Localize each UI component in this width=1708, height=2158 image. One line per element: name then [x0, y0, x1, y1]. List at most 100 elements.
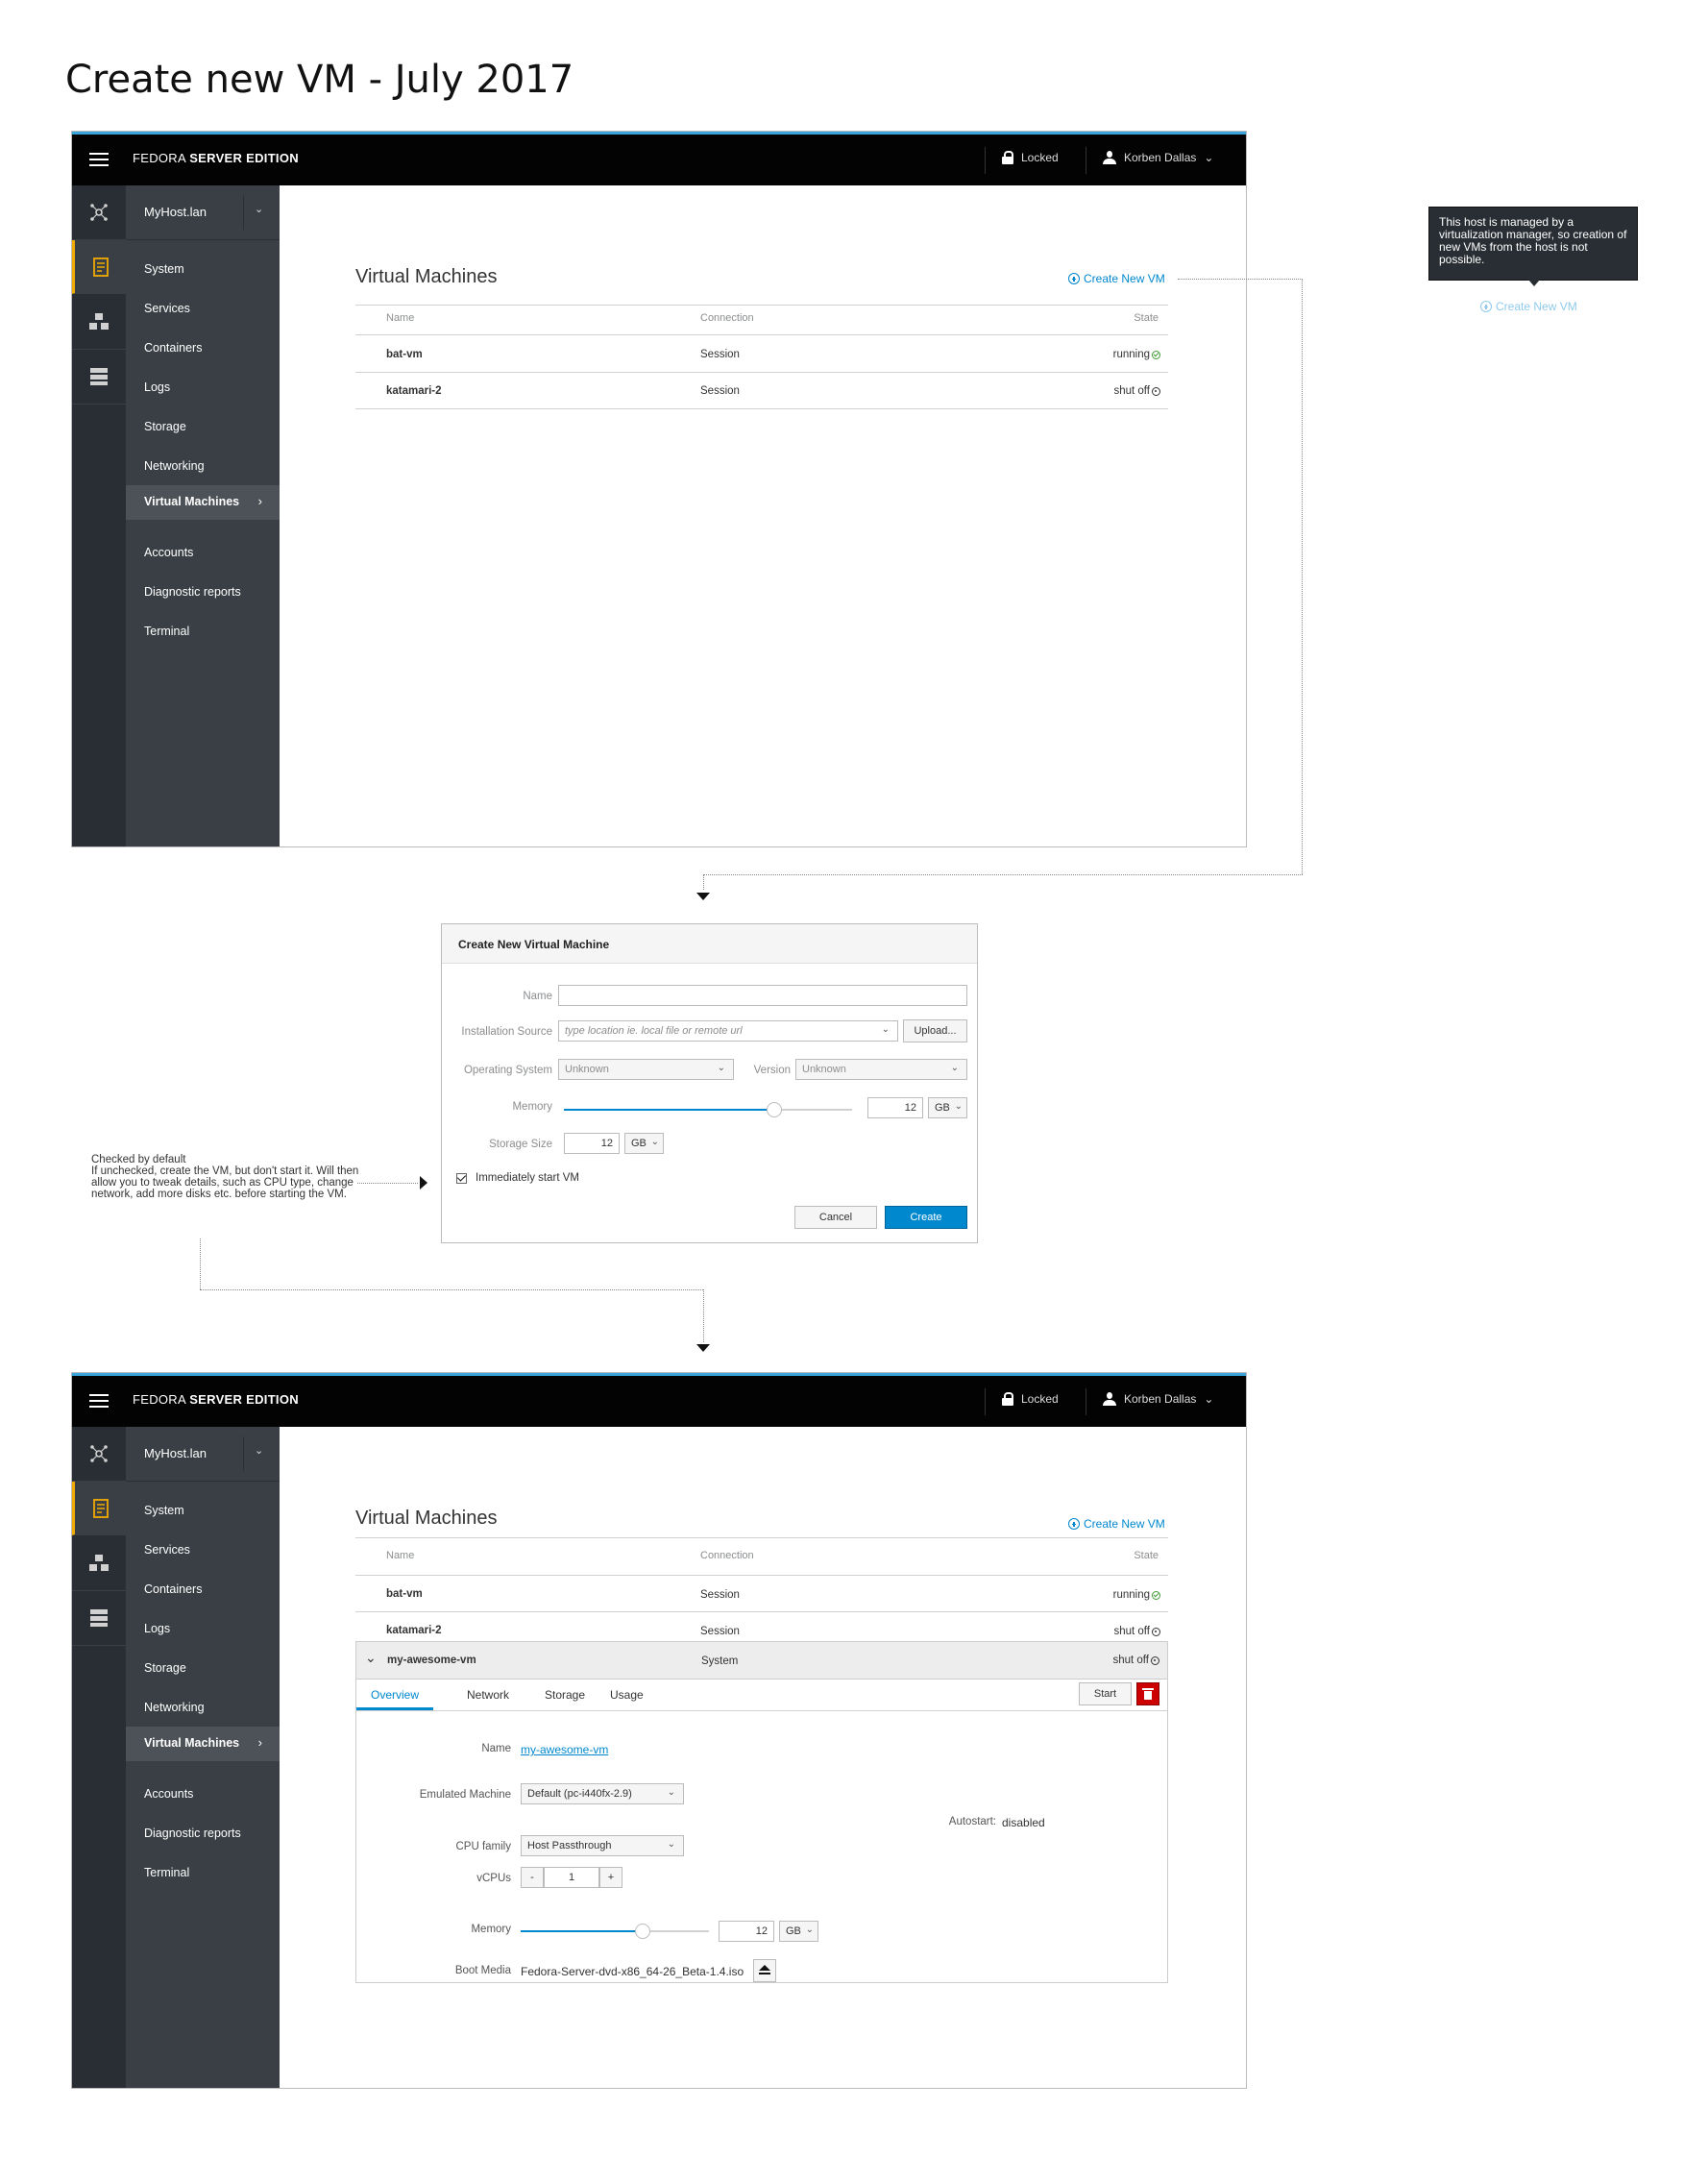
sidebar-item-services[interactable]: Services: [144, 1543, 190, 1557]
chevron-down-icon[interactable]: ⌄: [255, 203, 263, 215]
vm-row-name[interactable]: bat-vm: [386, 1588, 423, 1600]
memory-slider-handle[interactable]: [635, 1924, 651, 1939]
chevron-down-icon: ⌄: [667, 1787, 675, 1798]
host-selector[interactable]: MyHost.lan ⌄: [126, 185, 280, 240]
memory-input[interactable]: 12: [867, 1097, 923, 1118]
dashboard-rail-button[interactable]: [72, 240, 126, 294]
sidebar-item-virtual-machines[interactable]: Virtual Machines ›: [126, 1727, 280, 1761]
cpu-family-label: CPU family: [455, 1841, 511, 1852]
vm-row-name[interactable]: katamari-2: [386, 1625, 442, 1636]
installation-source-input[interactable]: type location ie. local file or remote u…: [558, 1020, 898, 1042]
chevron-down-icon: ⌄: [650, 1137, 659, 1147]
create-button[interactable]: Create: [885, 1206, 967, 1229]
column-header-name[interactable]: Name: [386, 1550, 414, 1561]
sidebar-item-containers[interactable]: Containers: [144, 341, 202, 355]
tab-usage[interactable]: Usage: [610, 1688, 644, 1702]
host-selector[interactable]: MyHost.lan ⌄: [126, 1427, 280, 1482]
page-title: Create new VM - July 2017: [65, 58, 574, 102]
cluster-rail-button[interactable]: [72, 1536, 126, 1591]
column-header-connection[interactable]: Connection: [700, 1550, 754, 1561]
memory-input[interactable]: 12: [719, 1921, 774, 1942]
sidebar-item-terminal[interactable]: Terminal: [144, 625, 189, 638]
tab-active-underline: [356, 1707, 433, 1710]
memory-unit-select[interactable]: GB ⌄: [928, 1097, 967, 1118]
hosts-rail-button[interactable]: [72, 185, 126, 240]
sidebar-item-storage[interactable]: Storage: [144, 420, 186, 433]
upload-button[interactable]: Upload...: [903, 1019, 967, 1042]
hamburger-icon[interactable]: [89, 153, 109, 166]
tab-storage[interactable]: Storage: [545, 1688, 585, 1702]
sidebar-item-networking[interactable]: Networking: [144, 1701, 205, 1714]
chevron-down-icon: ⌄: [667, 1839, 675, 1850]
operating-system-select[interactable]: Unknown ⌄: [558, 1059, 734, 1080]
storage-unit-select[interactable]: GB ⌄: [624, 1133, 664, 1154]
name-input[interactable]: [558, 985, 967, 1006]
vm-row-state: shut off: [1112, 1655, 1159, 1666]
dashboard-icon: [92, 257, 109, 277]
create-vm-link[interactable]: Create New VM: [1068, 272, 1165, 285]
sidebar-item-logs[interactable]: Logs: [144, 1622, 170, 1635]
sidebar-item-system[interactable]: System: [144, 262, 184, 276]
sidebar-item-logs[interactable]: Logs: [144, 380, 170, 394]
user-menu[interactable]: Korben Dallas ⌄: [1103, 151, 1213, 164]
storage-size-input[interactable]: 12: [564, 1133, 620, 1154]
start-vm-checkbox[interactable]: [456, 1173, 467, 1184]
vm-row-name[interactable]: bat-vm: [386, 349, 423, 360]
locked-indicator[interactable]: Locked: [1002, 151, 1059, 164]
vm-list-title: Virtual Machines: [355, 1508, 498, 1529]
cpu-family-select[interactable]: Host Passthrough ⌄: [521, 1835, 684, 1856]
vm-row-name[interactable]: katamari-2: [386, 385, 442, 397]
server-rail-button[interactable]: [72, 350, 126, 405]
memory-slider-handle[interactable]: [767, 1102, 782, 1117]
trash-icon[interactable]: [1136, 1682, 1159, 1705]
start-button[interactable]: Start: [1079, 1682, 1132, 1705]
column-header-state[interactable]: State: [1134, 1550, 1159, 1561]
lock-icon: [1002, 151, 1013, 164]
column-header-connection[interactable]: Connection: [700, 312, 754, 324]
sidebar-item-virtual-machines[interactable]: Virtual Machines ›: [126, 485, 280, 520]
dashboard-rail-button[interactable]: [72, 1482, 126, 1535]
network-hub-icon: [90, 204, 108, 221]
locked-indicator[interactable]: Locked: [1002, 1392, 1059, 1406]
sidebar-item-networking[interactable]: Networking: [144, 459, 205, 473]
chevron-down-icon[interactable]: ⌄: [255, 1444, 263, 1457]
emulated-machine-select[interactable]: Default (pc-i440fx-2.9) ⌄: [521, 1783, 684, 1804]
vm-row-state: shut off: [1113, 385, 1160, 397]
vcpu-decrement-button[interactable]: -: [521, 1867, 544, 1888]
hosts-rail-button[interactable]: [72, 1427, 126, 1482]
sidebar-item-system[interactable]: System: [144, 1504, 184, 1517]
cluster-rail-button[interactable]: [72, 295, 126, 350]
vm-expanded-header[interactable]: ⌄ my-awesome-vm System shut off: [356, 1642, 1167, 1680]
sidebar-item-containers[interactable]: Containers: [144, 1582, 202, 1596]
sidebar-item-storage[interactable]: Storage: [144, 1661, 186, 1675]
sidebar-item-accounts[interactable]: Accounts: [144, 1787, 193, 1801]
version-label: Version: [753, 1065, 791, 1076]
create-vm-link[interactable]: Create New VM: [1068, 1517, 1165, 1531]
vm-row-name[interactable]: my-awesome-vm: [387, 1655, 476, 1666]
vcpu-input[interactable]: 1: [544, 1867, 599, 1888]
version-select[interactable]: Unknown ⌄: [795, 1059, 967, 1080]
sidebar-item-accounts[interactable]: Accounts: [144, 546, 193, 559]
vm-name-link[interactable]: my-awesome-vm: [521, 1743, 608, 1756]
sidebar-item-terminal[interactable]: Terminal: [144, 1866, 189, 1879]
masthead: FEDORA SERVER EDITION Locked Korben Dall…: [72, 1373, 1246, 1427]
column-header-state[interactable]: State: [1134, 312, 1159, 324]
sidebar-item-services[interactable]: Services: [144, 302, 190, 315]
arrow-right-icon: [420, 1176, 427, 1189]
server-rail-button[interactable]: [72, 1591, 126, 1646]
column-header-name[interactable]: Name: [386, 312, 414, 324]
memory-unit-select[interactable]: GB ⌄: [779, 1921, 818, 1942]
sidebar-item-diagnostic-reports[interactable]: Diagnostic reports: [144, 585, 241, 599]
tab-network[interactable]: Network: [467, 1688, 509, 1702]
cancel-button[interactable]: Cancel: [794, 1206, 877, 1229]
autostart-value: disabled: [1002, 1816, 1045, 1829]
hamburger-icon[interactable]: [89, 1394, 109, 1408]
chevron-down-icon[interactable]: ⌄: [365, 1650, 377, 1666]
memory-label: Memory: [471, 1924, 511, 1935]
user-menu[interactable]: Korben Dallas ⌄: [1103, 1392, 1213, 1406]
sidebar-item-diagnostic-reports[interactable]: Diagnostic reports: [144, 1827, 241, 1840]
tab-overview[interactable]: Overview: [371, 1688, 419, 1702]
vm-row-connection: Session: [700, 385, 740, 397]
eject-icon[interactable]: [753, 1959, 776, 1982]
vcpu-increment-button[interactable]: +: [599, 1867, 622, 1888]
